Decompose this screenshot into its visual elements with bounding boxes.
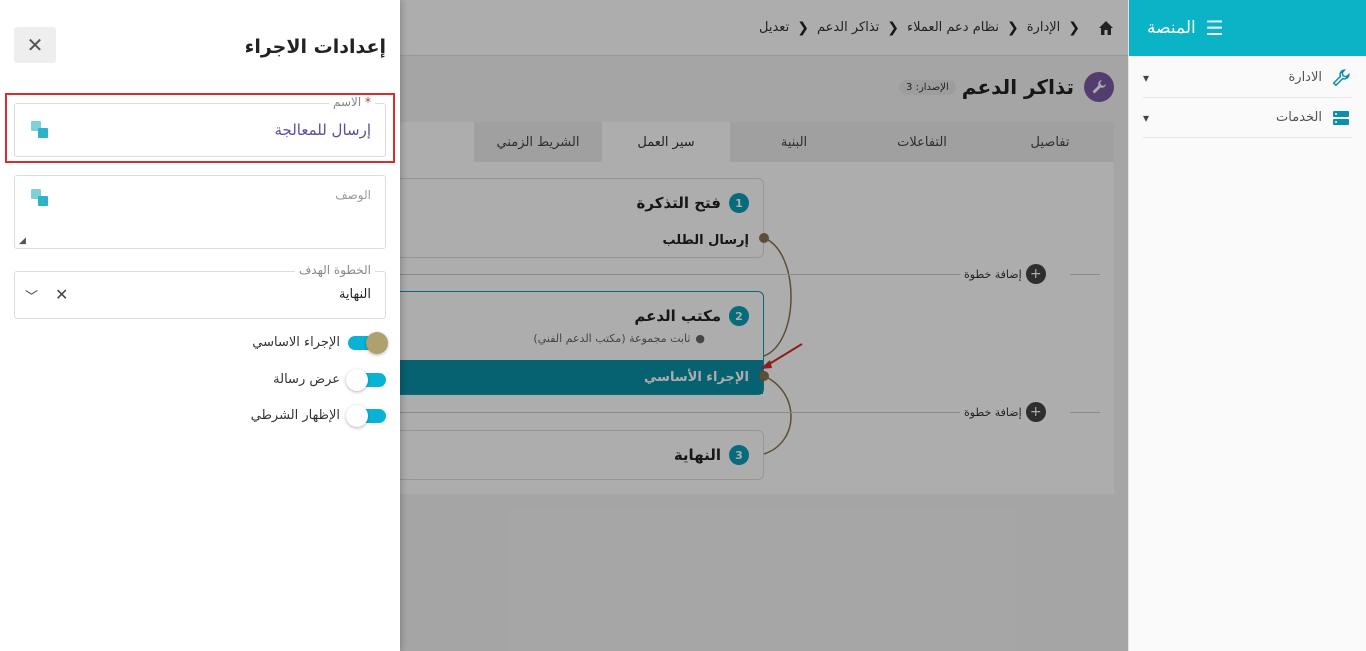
server-icon [1330,107,1352,129]
toggle-switch[interactable] [346,368,386,391]
toggle-show-message[interactable]: عرض رسالة [273,368,386,391]
name-value: إرسال للمعالجة [274,121,371,139]
toggle-label: الإجراء الاساسي [252,335,340,350]
sidebar-item-services[interactable]: الخدمات ▾ [1143,98,1352,138]
toggle-switch[interactable] [346,404,386,427]
chevron-down-icon: ▾ [1143,110,1150,125]
resize-handle[interactable]: ◢ [19,236,26,246]
sidebar-title: المنصة [1147,18,1196,38]
target-step-value: النهاية [338,287,371,302]
drawer-title: إعدادات الاجراء [244,36,386,58]
description-field[interactable]: الوصف ◢ [14,175,386,249]
target-step-label: الخطوة الهدف [294,263,375,277]
action-settings-drawer: ✕ إعدادات الاجراء * الاسم إرسال للمعالجة… [0,0,400,651]
clear-icon[interactable]: ✕ [55,285,68,304]
close-button[interactable]: ✕ [14,27,56,63]
target-step-select[interactable]: الخطوة الهدف النهاية ✕ ﹀ [14,263,386,319]
wrench-icon [1330,67,1352,89]
toggle-switch[interactable] [348,331,388,354]
chevron-down-icon: ▾ [1143,70,1150,85]
toggle-conditional-display[interactable]: الإظهار الشرطي [250,404,386,427]
sidebar-item-label: الادارة [1288,70,1322,85]
translate-icon[interactable] [31,121,49,139]
translate-icon[interactable] [31,189,49,207]
toggle-label: الإظهار الشرطي [250,408,340,423]
sidebar-item-label: الخدمات [1276,110,1322,125]
close-icon: ✕ [26,33,44,57]
toggle-primary-action[interactable]: الإجراء الاساسي [252,331,388,354]
sidebar: ☰ المنصة الادارة ▾ الخدمات ▾ [1128,0,1366,651]
chevron-down-icon[interactable]: ﹀ [25,286,38,305]
sidebar-header: ☰ المنصة [1129,0,1366,56]
toggle-label: عرض رسالة [273,372,340,387]
sidebar-item-admin[interactable]: الادارة ▾ [1143,58,1352,98]
name-label: * الاسم [328,95,375,109]
name-field[interactable]: * الاسم إرسال للمعالجة [14,95,386,157]
description-label: الوصف [331,188,375,202]
menu-icon[interactable]: ☰ [1206,16,1224,40]
